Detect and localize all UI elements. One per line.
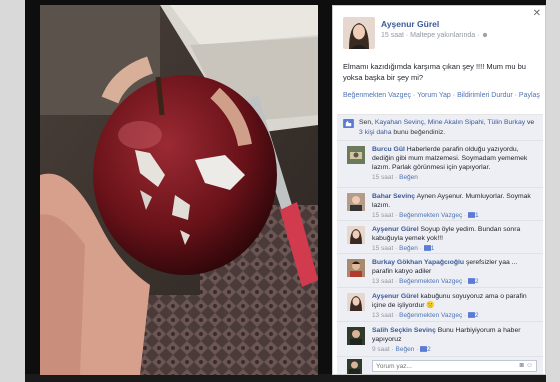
like-thumb-icon <box>468 212 476 219</box>
comment-time[interactable]: 13 saat <box>372 278 393 285</box>
likes-suffix: bunu beğendiniz. <box>391 128 446 136</box>
commenter-name[interactable]: Bahar Sevinç <box>372 193 415 200</box>
post-meta: 15 saat · Maltepe yakınlarında · ☻ <box>381 32 489 39</box>
avatar[interactable] <box>347 259 365 277</box>
comment-input[interactable] <box>372 360 537 372</box>
avatar[interactable] <box>347 146 365 164</box>
comment-unlike-button[interactable]: Beğenmekten Vazgeç <box>399 312 462 319</box>
post-header: Ayşenur Gürel 15 saat · Maltepe yakınlar… <box>343 17 541 59</box>
commenter-name[interactable]: Burcu Gül <box>372 146 405 153</box>
comment-button[interactable]: Yorum Yap <box>417 92 451 99</box>
commenter-name[interactable]: Ayşenur Gürel <box>372 293 419 300</box>
comment-time[interactable]: 9 saat <box>372 346 390 353</box>
camera-icon[interactable]: ◙ <box>520 362 524 369</box>
comment-time[interactable]: 15 saat <box>372 174 393 181</box>
reply-box: ◙ ☺ <box>337 356 543 374</box>
comment-like-count[interactable]: 2 <box>420 346 431 353</box>
comment-meta: 15 saat · Beğen <box>372 174 418 181</box>
comment-item: Burcu Gül Haberlerde parafin olduğu yazı… <box>337 140 543 187</box>
post-author-link[interactable]: Ayşenur Gürel <box>381 19 439 29</box>
post-text: Elmamı kazıdığımda karşıma çıkan şey !!!… <box>343 62 526 82</box>
post-actions: Beğenmekten Vazgeç · Yorum Yap · Bildiri… <box>343 91 541 101</box>
avatar[interactable] <box>347 359 362 374</box>
comment-like-button[interactable]: Beğen <box>396 346 415 353</box>
like-thumb-icon <box>423 245 431 252</box>
apple-photo-image <box>40 5 318 375</box>
background-page-left <box>0 0 25 382</box>
comments-list: Burcu Gül Haberlerde parafin olduğu yazı… <box>337 140 543 374</box>
likes-summary: Sen, Kayahan Sevinç, Mine Akalın Sipahi,… <box>337 114 543 140</box>
comment-like-count[interactable]: 2 <box>468 278 479 285</box>
likes-middle: ve <box>525 119 535 126</box>
comment-like-count-value: 2 <box>427 346 431 353</box>
comment-item: Salih Seçkin Sevinç Bunu Harbiyiyorum a … <box>337 321 543 356</box>
comment-like-count-value: 2 <box>475 312 479 319</box>
share-button[interactable]: Paylaş <box>519 92 540 99</box>
comment-time[interactable]: 15 saat <box>372 212 393 219</box>
lightbox-bottom-bar <box>25 374 546 382</box>
comment-like-count-value: 2 <box>475 278 479 285</box>
avatar[interactable] <box>343 17 375 49</box>
comment-meta: 13 saat · Beğenmekten Vazgeç · 2 <box>372 278 479 285</box>
post-meta-text: 15 saat · Maltepe yakınlarında · <box>381 32 480 39</box>
comment-like-count[interactable]: 1 <box>423 245 435 252</box>
stop-notifications-button[interactable]: Bildirimleri Durdur <box>457 92 513 99</box>
unlike-button[interactable]: Beğenmekten Vazgeç <box>343 92 411 99</box>
like-thumb-icon <box>468 312 476 319</box>
commenter-name[interactable]: Salih Seçkin Sevinç <box>372 327 436 334</box>
reply-icons: ◙ ☺ <box>520 362 533 369</box>
comment-meta: 9 saat · Beğen · 2 <box>372 346 431 353</box>
comment-time[interactable]: 13 saat <box>372 312 393 319</box>
comment-like-count[interactable]: 2 <box>468 312 479 319</box>
comment-item: Ayşenur Gürel kabuğunu soyuyoruz ama o p… <box>337 287 543 321</box>
background-page-right <box>546 0 560 382</box>
smile-emoji-icon: 🙁 <box>426 302 435 309</box>
comment-meta: 15 saat · Beğen · 1 <box>372 245 435 252</box>
comment-like-button[interactable]: Beğen <box>399 245 418 252</box>
post-side-panel: ✕ Ayşenur Gürel 15 saat · Maltepe yakınl… <box>332 5 546 375</box>
likers-link[interactable]: Kayahan Sevinç, Mine Akalın Sipahi, Tüli… <box>375 119 525 126</box>
comment-item: Ayşenur Gürel Soyup öyle yedim. Bundan s… <box>337 220 543 253</box>
audience-icon[interactable]: ☻ <box>481 32 488 39</box>
comment-unlike-button[interactable]: Beğenmekten Vazgeç <box>399 278 462 285</box>
avatar[interactable] <box>347 293 365 311</box>
likes-prefix: Sen, <box>359 119 375 126</box>
comment-like-count-value: 1 <box>475 212 479 219</box>
comment-like-button[interactable]: Beğen <box>399 174 418 181</box>
like-thumb-icon <box>343 119 354 128</box>
commenter-name[interactable]: Burkay Gökhan Yapağcıoğlu <box>372 259 464 266</box>
avatar[interactable] <box>347 193 365 211</box>
comment-like-count[interactable]: 1 <box>468 212 479 219</box>
comment-meta: 13 saat · Beğenmekten Vazgeç · 2 <box>372 312 479 319</box>
comment-item: Bahar Sevinç Aynen Ayşenur. Mumluyorlar.… <box>337 187 543 220</box>
avatar[interactable] <box>347 327 365 345</box>
commenter-name[interactable]: Ayşenur Gürel <box>372 226 419 233</box>
post-photo[interactable] <box>40 5 318 375</box>
comment-unlike-button[interactable]: Beğenmekten Vazgeç <box>399 212 462 219</box>
emoji-icon[interactable]: ☺ <box>526 362 533 369</box>
comment-item: Burkay Gökhan Yapağcıoğlu şerefsizler ya… <box>337 253 543 287</box>
comment-like-count-value: 1 <box>430 245 435 252</box>
comment-time[interactable]: 15 saat <box>372 245 393 252</box>
comment-meta: 15 saat · Beğenmekten Vazgeç · 1 <box>372 212 479 219</box>
avatar[interactable] <box>347 226 365 244</box>
like-thumb-icon <box>468 278 476 285</box>
others-link[interactable]: 3 kişi daha <box>359 129 392 136</box>
